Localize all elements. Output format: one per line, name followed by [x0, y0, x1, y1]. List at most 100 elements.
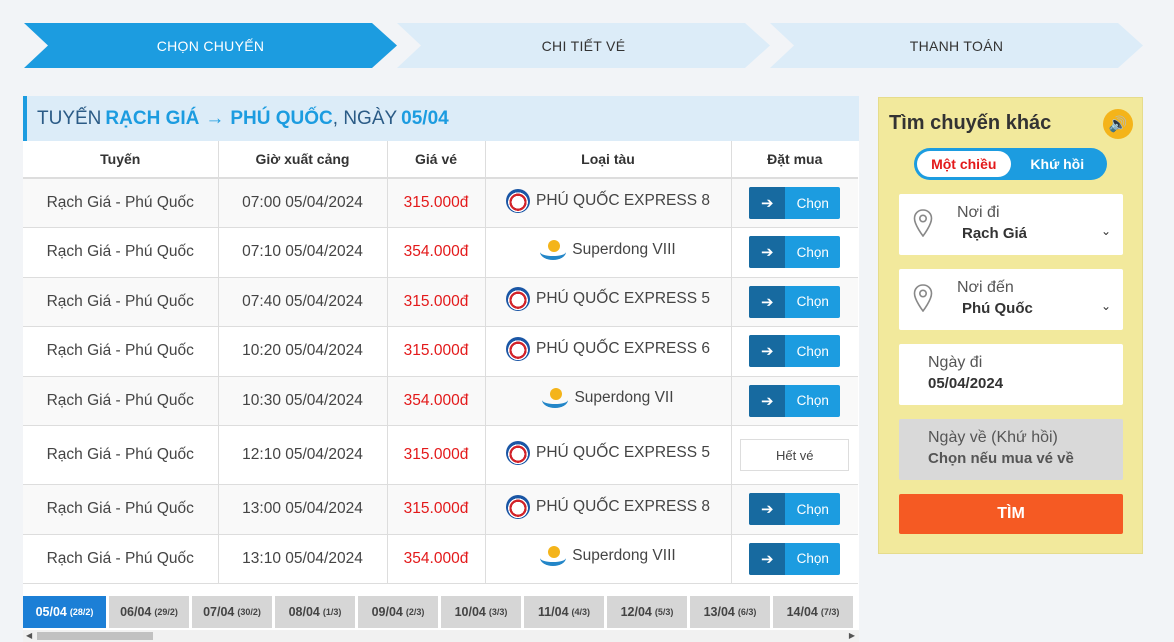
choose-button-label: Chọn	[796, 195, 829, 211]
cell-action: ➔ Chọn	[731, 484, 858, 535]
choose-button-label: Chọn	[796, 393, 829, 409]
scroll-right-icon[interactable]: ▶	[849, 631, 855, 640]
date-tab-lunar: (28/2)	[69, 607, 94, 617]
date-tab-lunar: (5/3)	[654, 607, 674, 617]
chevron-down-icon: ⌄	[1100, 224, 1111, 238]
cell-time: 07:40 05/04/2024	[218, 277, 388, 327]
trip-type-toggle: Một chiều Khứ hồi	[914, 148, 1107, 180]
cell-time: 10:20 05/04/2024	[218, 326, 388, 377]
arrow-right-icon: ➔	[749, 285, 786, 318]
choose-button[interactable]: ➔ Chọn	[749, 285, 841, 318]
pqexpress-logo-icon	[506, 440, 530, 465]
cell-action: ➔ Chọn	[731, 227, 858, 278]
return-date-value: Chọn nếu mua vé về	[928, 450, 1074, 467]
cell-price: 354.000đ	[387, 227, 486, 278]
step-payment: THANH TOÁN	[770, 23, 1143, 68]
date-tab-date: 10/04	[454, 605, 486, 619]
origin-select[interactable]: Nơi đi Rạch Giá ⌄	[899, 194, 1123, 255]
date-tab[interactable]: 12/04 (5/3)	[607, 596, 687, 628]
horizontal-scrollbar[interactable]: ◀ ▶	[23, 630, 859, 642]
date-tab[interactable]: 08/04 (1/3)	[275, 596, 355, 628]
trip-table: Tuyến Giờ xuất cảng Giá vé Loại tàu Đặt …	[23, 141, 858, 584]
date-tab[interactable]: 09/04 (2/3)	[358, 596, 438, 628]
cell-route: Rạch Giá - Phú Quốc	[23, 277, 219, 327]
choose-button[interactable]: ➔ Chọn	[749, 542, 841, 575]
round-trip-option[interactable]: Khứ hồi	[1011, 151, 1105, 177]
cell-time: 12:10 05/04/2024	[218, 425, 388, 485]
cell-vessel: PHÚ QUỐC EXPRESS 5	[485, 425, 732, 485]
choose-button[interactable]: ➔ Chọn	[749, 236, 841, 269]
date-tab-lunar: (30/2)	[237, 607, 261, 617]
pqexpress-logo-icon	[506, 287, 530, 312]
superdong-logo-icon	[540, 239, 567, 260]
chevron-down-icon: ⌄	[1100, 299, 1111, 313]
cell-action: ➔ Chọn	[731, 326, 858, 377]
departure-date-field[interactable]: Ngày đi 05/04/2024	[899, 344, 1123, 405]
date-tab[interactable]: 05/04 (28/2)	[23, 596, 106, 628]
date-tab[interactable]: 07/04 (30/2)	[192, 596, 272, 628]
date-tab-lunar: (2/3)	[405, 607, 425, 617]
date-tab-lunar: (3/3)	[488, 607, 508, 617]
cell-route: Rạch Giá - Phú Quốc	[23, 534, 219, 584]
choose-button[interactable]: ➔ Chọn	[749, 493, 841, 526]
table-row: Rạch Giá - Phú Quốc 10:30 05/04/2024 354…	[23, 376, 858, 426]
step-ticket-details: CHI TIẾT VÉ	[397, 23, 770, 68]
one-way-option[interactable]: Một chiều	[917, 151, 1011, 177]
cell-action: ➔ Chọn	[731, 178, 858, 228]
return-date-field[interactable]: Ngày về (Khứ hồi) Chọn nếu mua vé về	[899, 419, 1123, 480]
date-tab-lunar: (6/3)	[737, 607, 757, 617]
arrow-right-icon: ➔	[749, 335, 786, 368]
choose-button-label: Chọn	[796, 244, 829, 260]
date-tab[interactable]: 13/04 (6/3)	[690, 596, 770, 628]
scrollbar-thumb[interactable]	[37, 632, 153, 640]
arrow-right-icon: ➔	[749, 236, 786, 269]
date-tab-date: 14/04	[786, 605, 818, 619]
vessel-name: PHÚ QUỐC EXPRESS 5	[536, 290, 710, 308]
scroll-left-icon[interactable]: ◀	[26, 631, 32, 640]
table-header-row: Tuyến Giờ xuất cảng Giá vé Loại tàu Đặt …	[23, 141, 858, 179]
destination-select[interactable]: Nơi đến Phú Quốc ⌄	[899, 269, 1123, 330]
arrow-right-icon: ➔	[749, 187, 786, 219]
trip-list-panel: TUYẾN RẠCH GIÁ → PHÚ QUỐC , NGÀY 05/04 T…	[23, 96, 859, 642]
date-tab[interactable]: 10/04 (3/3)	[441, 596, 521, 628]
destination-value: Phú Quốc	[962, 300, 1033, 317]
cell-time: 10:30 05/04/2024	[218, 376, 388, 426]
date-tab-date: 05/04	[35, 605, 67, 619]
header-vessel: Loại tàu	[485, 141, 732, 179]
date-tab-date: 11/04	[537, 605, 569, 619]
cell-price: 315.000đ	[387, 425, 486, 485]
choose-button[interactable]: ➔ Chọn	[749, 187, 841, 219]
date-tab[interactable]: 14/04 (7/3)	[773, 596, 853, 628]
date-tab-lunar: (1/3)	[322, 607, 342, 617]
search-button[interactable]: TÌM	[899, 494, 1123, 534]
table-row: Rạch Giá - Phú Quốc 13:10 05/04/2024 354…	[23, 534, 858, 584]
choose-button[interactable]: ➔ Chọn	[749, 384, 841, 417]
date-tab[interactable]: 06/04 (29/2)	[109, 596, 189, 628]
departure-date-value: 05/04/2024	[928, 375, 1004, 392]
table-row: Rạch Giá - Phú Quốc 07:40 05/04/2024 315…	[23, 277, 858, 327]
choose-button-label: Chọn	[796, 501, 829, 517]
superdong-logo-icon	[542, 388, 569, 409]
speaker-icon[interactable]: 🔊	[1103, 109, 1133, 139]
cell-vessel: PHÚ QUỐC EXPRESS 8	[485, 178, 732, 228]
location-pin-icon	[913, 284, 933, 312]
search-title: Tìm chuyến khác	[889, 112, 1052, 134]
cell-price: 354.000đ	[387, 534, 486, 584]
route-from: RẠCH GIÁ	[105, 107, 200, 129]
cell-route: Rạch Giá - Phú Quốc	[23, 227, 219, 278]
cell-time: 07:10 05/04/2024	[218, 227, 388, 278]
date-tab[interactable]: 11/04 (4/3)	[524, 596, 604, 628]
cell-route: Rạch Giá - Phú Quốc	[23, 425, 219, 485]
choose-button[interactable]: ➔ Chọn	[749, 335, 841, 368]
header-route: Tuyến	[23, 141, 219, 179]
cell-price: 354.000đ	[387, 376, 486, 426]
departure-date-label: Ngày đi	[928, 354, 983, 371]
return-date-label: Ngày về (Khứ hồi)	[928, 429, 1058, 446]
vessel-name: Superdong VIII	[572, 547, 676, 565]
pqexpress-logo-icon	[506, 494, 530, 519]
cell-price: 315.000đ	[387, 484, 486, 535]
cell-time: 13:10 05/04/2024	[218, 534, 388, 584]
choose-button-label: Chọn	[796, 343, 829, 359]
cell-vessel: PHÚ QUỐC EXPRESS 6	[485, 326, 732, 377]
route-date: 05/04	[401, 107, 449, 129]
